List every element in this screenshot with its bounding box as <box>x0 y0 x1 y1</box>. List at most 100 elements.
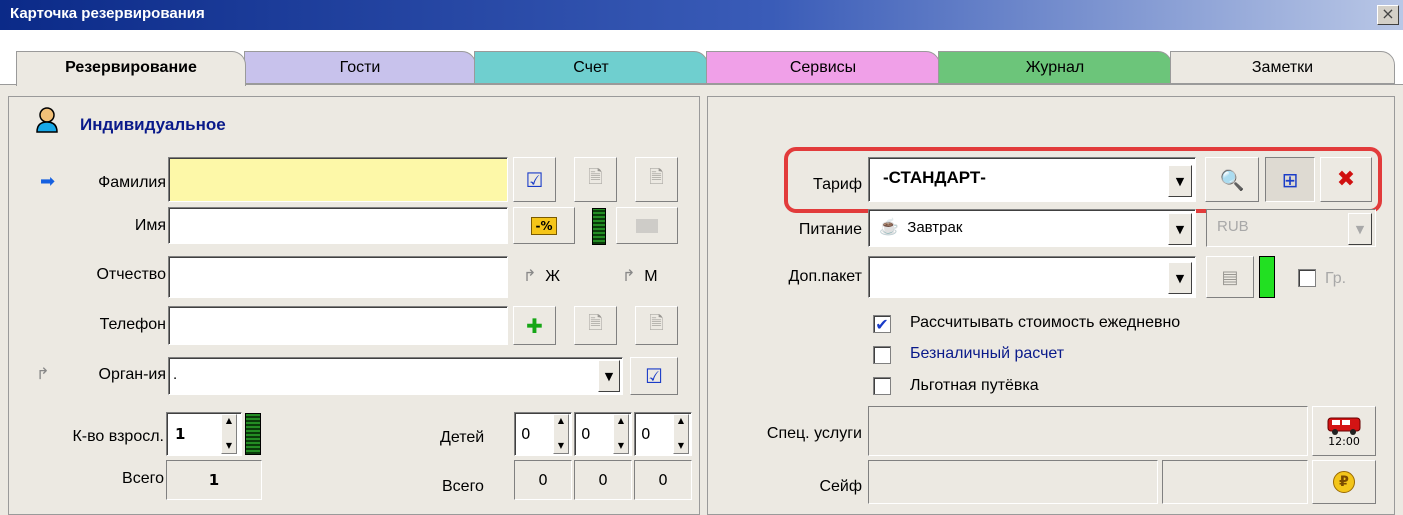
checklist-icon: ☑ <box>525 167 544 192</box>
arrow-turn-icon: ↱ <box>36 364 50 383</box>
meal-label: Питание <box>798 221 862 238</box>
children-total-2: 0 <box>574 460 632 500</box>
tab-label: Заметки <box>1251 59 1314 76</box>
tab-label: Счет <box>573 59 609 76</box>
add-doc-icon: ✚ <box>526 313 543 338</box>
add-phone-button[interactable]: ✚ <box>513 306 556 345</box>
meal-select[interactable]: ☕ Завтрак <box>868 209 1196 247</box>
group-checkbox[interactable] <box>1298 269 1316 287</box>
spin-down-icon: ▼ <box>617 441 625 450</box>
children-total-value-3: 0 <box>658 471 668 489</box>
doc-delete-icon: 🗎 <box>649 166 664 188</box>
adults-label: К-во взросл. <box>72 428 164 445</box>
clear-phone-button[interactable]: 🗎 <box>635 306 678 345</box>
discount-voucher-label: Льготная путёвка <box>910 377 1039 394</box>
children-value-2: 0 <box>581 425 591 443</box>
tab-guests[interactable]: Гости <box>244 51 476 84</box>
patronymic-field[interactable] <box>168 256 508 298</box>
daily-calc-label: Рассчитывать стоимость ежедневно <box>910 314 1181 331</box>
tab-label: Резервирование <box>65 59 197 76</box>
cashless-label: Безналичный расчет <box>910 345 1065 362</box>
tab-reservation[interactable]: Резервирование <box>16 51 246 86</box>
currency-dropdown-button[interactable]: ▼ <box>1348 213 1372 245</box>
doc-search-icon: 🗎 <box>588 166 603 188</box>
package-select[interactable] <box>868 256 1196 298</box>
tab-account[interactable]: Счет <box>474 51 708 84</box>
arrow-turn-icon: ↱ <box>523 268 537 285</box>
tab-label: Гости <box>339 59 381 76</box>
bus-icon <box>1327 417 1361 435</box>
spin-down-icon: ▼ <box>677 441 685 450</box>
phone-label: Телефон <box>99 316 166 333</box>
tab-label: Журнал <box>1025 59 1085 76</box>
safe-extra-field <box>1162 460 1308 504</box>
special-services-label: Спец. услуги <box>766 425 862 442</box>
spin-down-icon: ▼ <box>225 441 233 450</box>
children-total-3: 0 <box>634 460 692 500</box>
org-label: Орган-ия <box>98 366 167 383</box>
select-guest-button[interactable]: ☑ <box>513 157 556 202</box>
children-total-value-1: 0 <box>538 471 548 489</box>
status-indicator <box>592 208 606 245</box>
children-spinner-2[interactable]: ▲ ▼ <box>613 414 629 454</box>
select-org-button[interactable]: ☑ <box>630 357 678 395</box>
children-label: Детей <box>440 429 485 446</box>
safe-field <box>868 460 1158 504</box>
transfer-button[interactable]: 12:00 <box>1312 406 1376 456</box>
group-label: Гр. <box>1325 270 1347 287</box>
cashless-checkbox[interactable] <box>873 346 891 364</box>
reservation-type: Индивидуальное <box>80 115 226 134</box>
close-button[interactable]: × <box>1377 5 1399 25</box>
org-select[interactable]: . <box>168 357 623 395</box>
discount-voucher-checkbox[interactable] <box>873 377 891 395</box>
gender-f-label: Ж <box>545 268 561 285</box>
person-icon <box>35 107 59 133</box>
meal-value: Завтрак <box>907 219 963 236</box>
package-details-button[interactable]: ▤ <box>1206 256 1254 298</box>
coffee-cup-icon: ☕ <box>879 219 899 236</box>
phone-field[interactable] <box>168 306 508 345</box>
spin-up-icon: ▲ <box>225 416 233 425</box>
card-button[interactable] <box>616 207 678 244</box>
package-dropdown-button[interactable]: ▼ <box>1168 262 1192 294</box>
window-title: Карточка резервирования <box>10 5 205 22</box>
daily-calc-checkbox[interactable]: ✔ <box>873 315 891 334</box>
gender-female-radio[interactable]: ↱ Ж <box>523 266 560 286</box>
children-spinner-3[interactable]: ▲ ▼ <box>673 414 689 454</box>
total-value: 1 <box>208 471 220 489</box>
view-guest-button[interactable]: 🗎 <box>574 157 617 202</box>
doc-delete-icon: 🗎 <box>649 312 664 334</box>
tab-services[interactable]: Сервисы <box>706 51 940 84</box>
chevron-down-icon: ▼ <box>1355 222 1365 236</box>
transfer-time: 12:00 <box>1328 434 1360 448</box>
package-indicator <box>1259 256 1275 298</box>
patronymic-label: Отчество <box>96 266 166 283</box>
spin-up-icon: ▲ <box>677 416 685 425</box>
currency-value: RUB <box>1217 218 1249 235</box>
doc-search-icon: 🗎 <box>588 312 603 334</box>
view-phone-button[interactable]: 🗎 <box>574 306 617 345</box>
total-label: Всего <box>122 470 164 487</box>
spin-up-icon: ▲ <box>617 416 625 425</box>
tab-notes[interactable]: Заметки <box>1170 51 1395 84</box>
children-spinner-1[interactable]: ▲ ▼ <box>553 414 569 454</box>
safe-label: Сейф <box>819 478 862 495</box>
spin-up-icon: ▲ <box>557 416 565 425</box>
gender-male-radio[interactable]: ↱ М <box>622 266 658 286</box>
ruble-coin-icon: ₽ <box>1333 471 1355 493</box>
clear-guest-button[interactable]: 🗎 <box>635 157 678 202</box>
surname-field[interactable] <box>168 157 508 202</box>
org-value: . <box>173 366 178 383</box>
adults-indicator <box>245 413 261 455</box>
chevron-down-icon: ▼ <box>1175 271 1185 285</box>
special-services-field <box>868 406 1308 456</box>
adults-spinner[interactable]: ▲ ▼ <box>221 414 237 454</box>
safe-payment-button[interactable]: ₽ <box>1312 460 1376 504</box>
name-label: Имя <box>134 217 166 234</box>
tab-journal[interactable]: Журнал <box>938 51 1172 84</box>
name-field[interactable] <box>168 207 508 244</box>
org-dropdown-button[interactable]: ▼ <box>598 360 620 392</box>
children-total-1: 0 <box>514 460 572 500</box>
discount-button[interactable]: -% <box>513 207 575 244</box>
meal-dropdown-button[interactable]: ▼ <box>1168 213 1192 245</box>
